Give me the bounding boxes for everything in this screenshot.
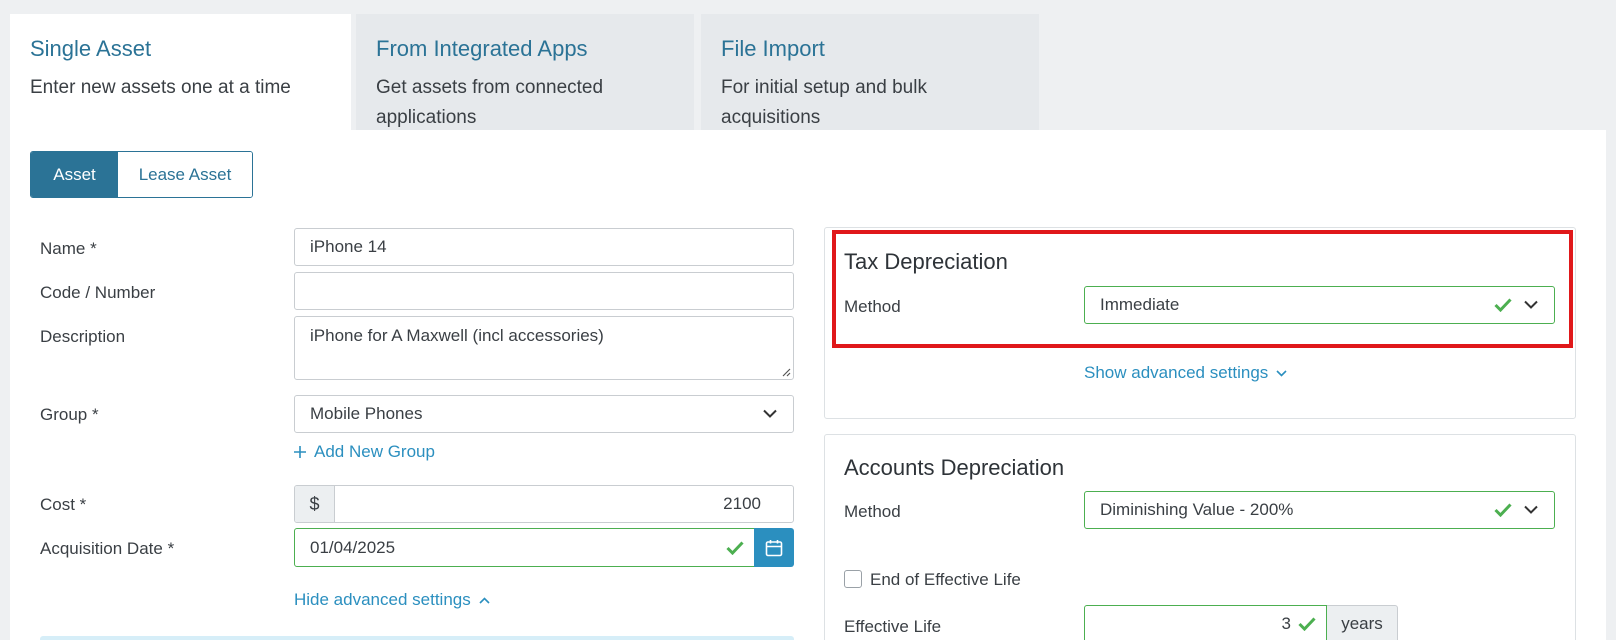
- accounts-method-label: Method: [844, 502, 901, 521]
- end-of-effective-life-label: End of Effective Life: [870, 570, 1021, 589]
- tab-title: File Import: [721, 36, 825, 61]
- asset-button[interactable]: Asset: [31, 152, 118, 197]
- description-textarea[interactable]: iPhone for A Maxwell (incl accessories): [294, 316, 794, 380]
- tab-title: Single Asset: [30, 36, 152, 61]
- check-icon: [1494, 503, 1512, 517]
- asset-type-toggle: Asset Lease Asset: [30, 151, 253, 198]
- show-advanced-settings-link[interactable]: Show advanced settings: [1084, 363, 1287, 383]
- tab-description: Enter new assets one at a time: [30, 77, 291, 98]
- tab-description: For initial setup and bulk acquisitions: [721, 77, 927, 128]
- hide-advanced-label: Hide advanced settings: [294, 590, 471, 609]
- description-value: iPhone for A Maxwell (incl accessories): [310, 326, 604, 345]
- group-label: Group *: [40, 405, 99, 424]
- chevron-down-icon: [1524, 505, 1538, 514]
- end-of-effective-life-checkbox[interactable]: [844, 570, 862, 588]
- effective-life-group: 3 years: [1084, 605, 1398, 640]
- effective-life-input[interactable]: 3: [1084, 605, 1327, 640]
- code-label: Code / Number: [40, 283, 156, 302]
- info-banner: [40, 636, 794, 640]
- name-label: Name *: [40, 239, 97, 258]
- tab-description: Get assets from connected applications: [376, 77, 604, 128]
- cost-label: Cost *: [40, 495, 87, 514]
- check-icon: [1298, 617, 1316, 631]
- calendar-icon: [765, 539, 783, 556]
- cost-value: 2100: [723, 494, 761, 513]
- years-suffix: years: [1327, 605, 1398, 640]
- accounts-method-select[interactable]: Diminishing Value - 200%: [1084, 491, 1555, 529]
- tab-file-import[interactable]: File Import For initial setup and bulk a…: [701, 14, 1039, 130]
- acquisition-date-input[interactable]: 01/04/2025: [294, 528, 755, 567]
- plus-icon: [294, 446, 306, 458]
- add-new-group-label: Add New Group: [314, 442, 435, 461]
- effective-life-value: 3: [1281, 614, 1291, 633]
- tab-title: From Integrated Apps: [376, 36, 588, 61]
- tab-single-asset[interactable]: Single Asset Enter new assets one at a t…: [10, 14, 351, 130]
- name-value: iPhone 14: [310, 237, 387, 256]
- accounts-depreciation-title: Accounts Depreciation: [844, 455, 1065, 480]
- currency-prefix: $: [295, 486, 335, 522]
- resize-handle-icon[interactable]: [781, 367, 791, 377]
- chevron-up-icon: [479, 596, 490, 604]
- name-input[interactable]: iPhone 14: [294, 228, 794, 266]
- tab-integrated-apps[interactable]: From Integrated Apps Get assets from con…: [356, 14, 694, 130]
- accounts-method-value: Diminishing Value - 200%: [1100, 500, 1294, 519]
- cost-input[interactable]: 2100: [335, 486, 793, 522]
- add-new-group-link[interactable]: Add New Group: [294, 442, 435, 462]
- cost-input-group: $ 2100: [294, 485, 794, 523]
- show-advanced-label: Show advanced settings: [1084, 363, 1269, 382]
- code-input[interactable]: [294, 272, 794, 310]
- calendar-button[interactable]: [754, 528, 794, 567]
- chevron-down-icon: [763, 409, 777, 418]
- acquisition-date-value: 01/04/2025: [310, 537, 396, 557]
- hide-advanced-settings-link[interactable]: Hide advanced settings: [294, 590, 490, 610]
- group-select[interactable]: Mobile Phones: [294, 395, 794, 433]
- acquisition-date-label: Acquisition Date *: [40, 539, 175, 558]
- effective-life-label: Effective Life: [844, 617, 942, 636]
- highlight-box: [832, 230, 1573, 348]
- group-value: Mobile Phones: [310, 404, 423, 423]
- chevron-down-icon: [1276, 369, 1287, 377]
- description-label: Description: [40, 327, 126, 346]
- check-icon: [726, 540, 744, 555]
- lease-asset-button[interactable]: Lease Asset: [118, 152, 252, 197]
